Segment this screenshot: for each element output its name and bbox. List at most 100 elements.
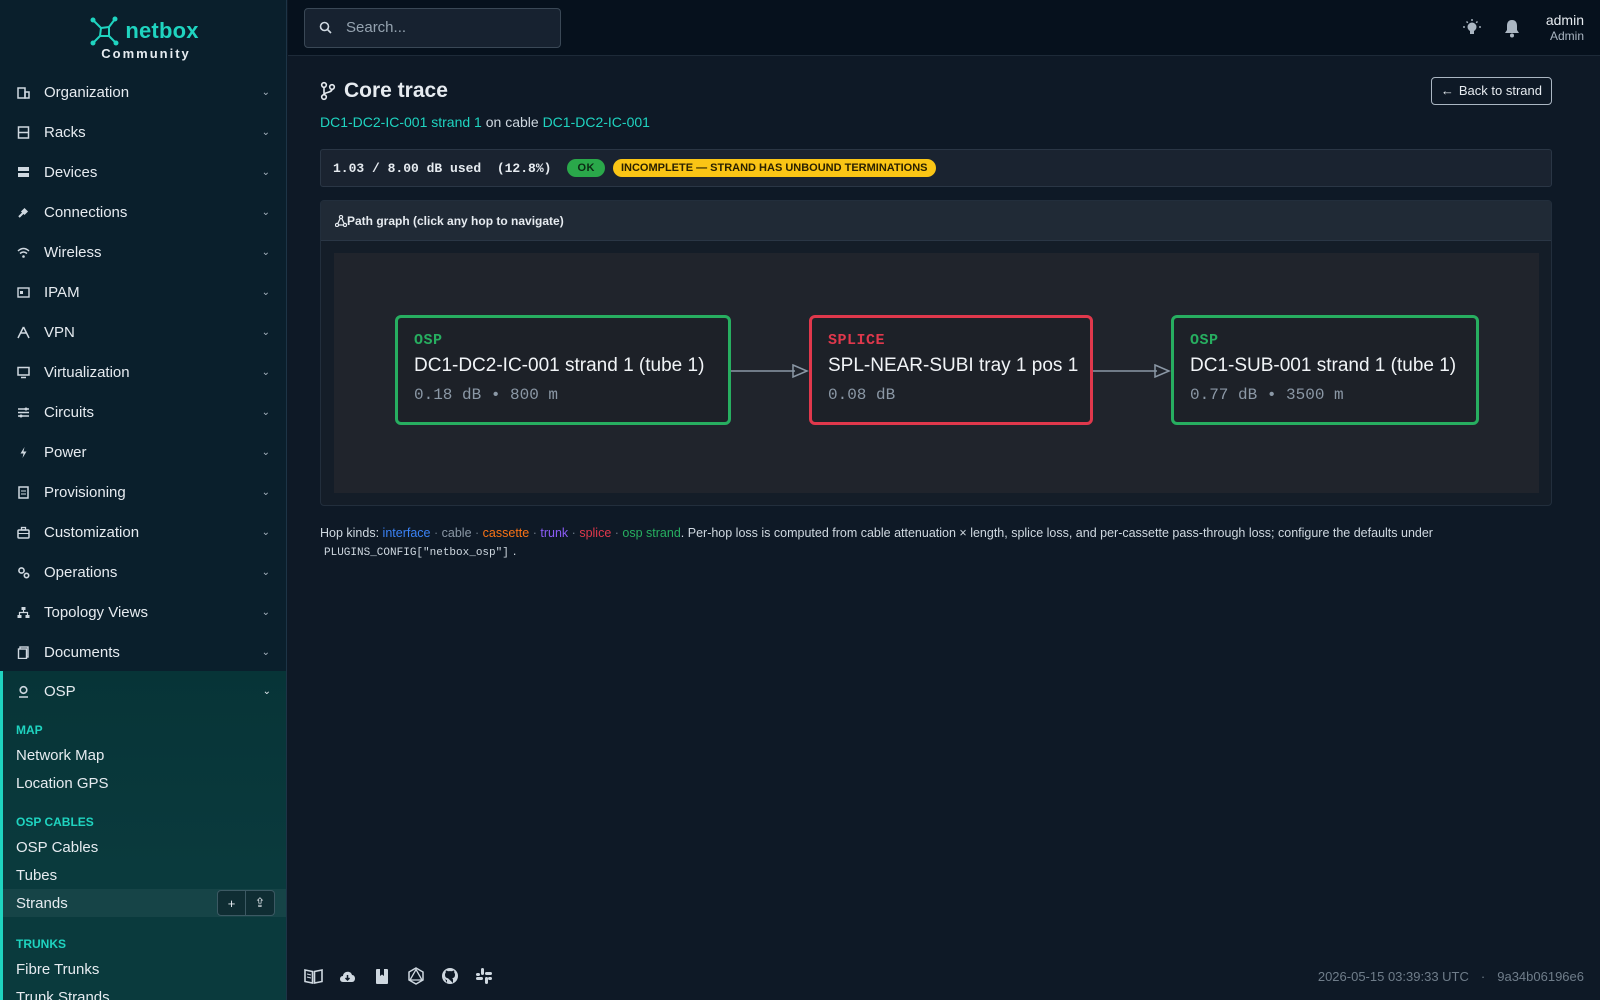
sidebar-item-label: Customization (44, 523, 140, 541)
graphql-icon[interactable] (406, 967, 425, 986)
sidebar-item-label: Devices (44, 163, 98, 181)
plugins-config-code: PLUGINS_CONFIG["netbox_osp"] (320, 547, 513, 559)
legend-kind-interface: interface (382, 526, 431, 540)
back-to-strand-button[interactable]: ← Back to strand (1430, 76, 1552, 105)
sidebar-item-virtualization[interactable]: Virtualization ⌄ (0, 352, 286, 392)
chevron-down-icon: ⌄ (261, 206, 270, 218)
add-strand-button[interactable]: + (217, 890, 246, 916)
sidebar-item-label: Connections (44, 203, 128, 221)
nav-link-tubes[interactable]: Tubes (3, 861, 286, 889)
search-input[interactable] (346, 19, 536, 36)
sidebar-item-documents[interactable]: Documents ⌄ (0, 632, 286, 672)
topbar: admin Admin (288, 0, 1600, 56)
sidebar-item-label: Racks (44, 123, 86, 141)
sidebar-item-operations[interactable]: Operations ⌄ (0, 552, 286, 592)
sidebar-item-connections[interactable]: Connections ⌄ (0, 192, 286, 232)
nav-link-location-gps[interactable]: Location GPS (3, 769, 286, 797)
sidebar-item-osp[interactable]: OSP ⌄ (3, 671, 286, 711)
footer-links (304, 967, 493, 986)
rack-icon (16, 125, 30, 139)
hop-arrow (731, 364, 809, 378)
hop-loss: 0.18 dB • 800 m (414, 386, 559, 404)
legend-suffix: . (512, 544, 517, 558)
sidebar-item-wireless[interactable]: Wireless ⌄ (0, 232, 286, 272)
sidebar-item-label: Topology Views (44, 603, 148, 621)
hop-kind: SPLICE (828, 332, 886, 349)
user-role: Admin (1549, 28, 1584, 43)
cloud-download-icon[interactable] (338, 967, 357, 986)
nav-link-network-map[interactable]: Network Map (3, 741, 286, 769)
theme-toggle-lightbulb-icon[interactable] (1462, 18, 1482, 38)
sidebar-item-label: IPAM (44, 283, 80, 301)
sidebar-item-circuits[interactable]: Circuits ⌄ (0, 392, 286, 432)
legend-separator: · (532, 526, 537, 540)
hop-node-osp-strand[interactable]: OSP DC1-DC2-IC-001 strand 1 (tube 1) 0.1… (395, 315, 731, 425)
github-icon[interactable] (440, 967, 459, 986)
sitemap-icon (16, 605, 30, 619)
bookmark-book-icon[interactable] (372, 967, 391, 986)
hop-node-splice[interactable]: SPLICE SPL-NEAR-SUBI tray 1 pos 1 0.08 d… (809, 315, 1093, 425)
footer: 2026-05-15 03:39:33 UTC · 9a34b06196e6 (304, 964, 1584, 988)
sidebar-item-racks[interactable]: Racks ⌄ (0, 112, 286, 152)
chevron-down-icon: ⌄ (261, 526, 270, 538)
strand-link[interactable]: DC1-DC2-IC-001 strand 1 (320, 114, 482, 130)
brand-name: netbox (125, 17, 199, 43)
nav-group-heading-osp-cables: OSP CABLES (16, 815, 94, 829)
nav-link-label: Strands (16, 894, 68, 912)
nav-link-trunk-strands[interactable]: Trunk Strands (3, 983, 286, 1000)
hop-node-osp-strand[interactable]: OSP DC1-SUB-001 strand 1 (tube 1) 0.77 d… (1171, 315, 1479, 425)
sidebar-item-provisioning[interactable]: Provisioning ⌄ (0, 472, 286, 512)
legend-kind-cassette: cassette (482, 526, 530, 540)
wifi-icon (16, 245, 30, 259)
cable-link[interactable]: DC1-DC2-IC-001 (543, 114, 650, 130)
chevron-down-icon: ⌄ (261, 646, 270, 658)
nav-link-actions: + ⇪ (217, 890, 275, 916)
git-branch-icon (320, 81, 336, 101)
brand[interactable]: netbox Community (0, 0, 286, 70)
chevron-down-icon: ⌄ (261, 86, 270, 98)
sidebar-item-power[interactable]: Power ⌄ (0, 432, 286, 472)
path-graph-title: Path graph (click any hop to navigate) (347, 213, 564, 228)
sidebar-item-label: OSP (44, 682, 76, 700)
toolbox-icon (16, 525, 30, 539)
user-menu[interactable]: admin Admin (1546, 12, 1584, 44)
nav-link-strands[interactable]: Strands + ⇪ (3, 889, 286, 917)
chevron-down-icon: ⌄ (261, 326, 270, 338)
render-timestamp: 2026-05-15 03:39:33 UTC (1317, 968, 1469, 984)
sidebar-item-customization[interactable]: Customization ⌄ (0, 512, 286, 552)
hop-loss: 0.08 dB (828, 386, 896, 404)
slack-icon[interactable] (474, 967, 493, 986)
sidebar: netbox Community Organization ⌄ Racks ⌄ … (0, 0, 287, 1000)
counter-icon (16, 285, 30, 299)
sidebar-item-label: VPN (44, 323, 75, 341)
search-box[interactable] (304, 7, 561, 48)
notifications-bell-icon[interactable] (1502, 18, 1522, 38)
sidebar-item-organization[interactable]: Organization ⌄ (0, 72, 286, 112)
legend-description: . Per-hop loss is computed from cable at… (680, 526, 1433, 540)
sidebar-item-vpn[interactable]: VPN ⌄ (0, 312, 286, 352)
cogs-icon (16, 565, 30, 579)
hop-kind: OSP (1190, 332, 1219, 349)
legend-prefix: Hop kinds: (320, 526, 380, 540)
nav-link-osp-cables[interactable]: OSP Cables (3, 833, 286, 861)
sidebar-item-topology-views[interactable]: Topology Views ⌄ (0, 592, 286, 632)
plug-icon (16, 205, 30, 219)
topbar-right: admin Admin (1462, 12, 1584, 44)
arrow-left-icon: ← (1440, 83, 1454, 98)
sidebar-item-label: Wireless (44, 243, 102, 261)
map-marker-icon (16, 684, 30, 698)
nav-link-fibre-trunks[interactable]: Fibre Trunks (3, 955, 286, 983)
legend-separator: · (614, 526, 619, 540)
document-icon (16, 645, 30, 659)
sidebar-item-devices[interactable]: Devices ⌄ (0, 152, 286, 192)
sidebar-item-ipam[interactable]: IPAM ⌄ (0, 272, 286, 312)
chevron-down-icon: ⌄ (261, 126, 270, 138)
import-strands-button[interactable]: ⇪ (246, 890, 275, 916)
legend-kind-osp-strand: osp strand (622, 526, 681, 540)
docs-book-icon[interactable] (304, 967, 323, 986)
sidebar-item-label: Operations (44, 563, 118, 581)
loss-budget-text: 1.03 / 8.00 dB used (12.8%) (333, 160, 552, 176)
path-graph-card: Path graph (click any hop to navigate) O… (320, 200, 1552, 506)
hop-name: DC1-SUB-001 strand 1 (tube 1) (1190, 355, 1457, 376)
legend-kind-cable: cable (441, 526, 472, 540)
